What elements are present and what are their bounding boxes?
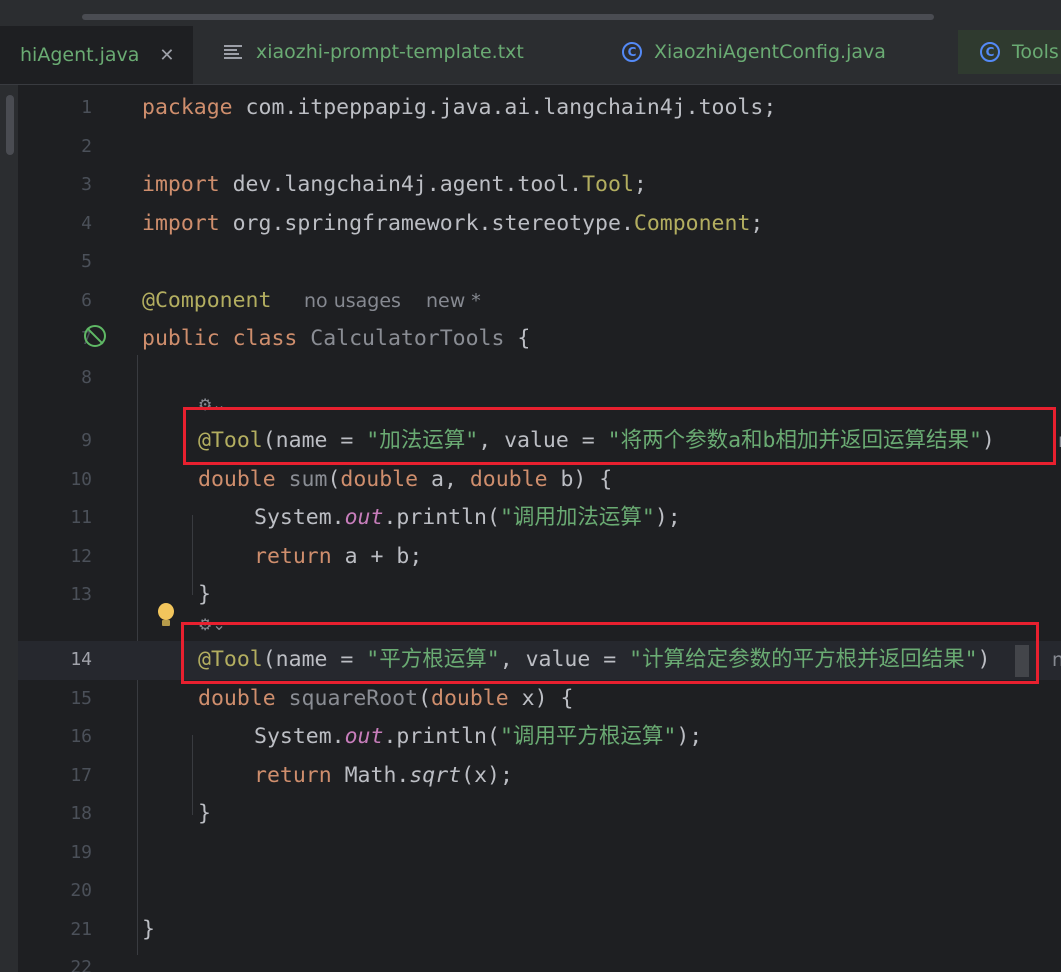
line-number: 1 — [81, 97, 92, 118]
code-line-11: 11 System.out.println("调用加法运算"); — [18, 499, 1061, 538]
tab-agent-config[interactable]: C XiaozhiAgentConfig.java — [622, 30, 886, 74]
vertical-scroll-thumb[interactable] — [6, 95, 14, 155]
usages-hint[interactable]: no usages — [304, 282, 401, 321]
file-text-icon — [224, 45, 242, 59]
class-icon: C — [622, 42, 642, 62]
code-line-4: 4 import org.springframework.stereotype.… — [18, 205, 1061, 244]
line-number: 14 — [70, 649, 92, 670]
code-line-12: 12 return a + b; — [18, 538, 1061, 577]
line-number: 6 — [81, 289, 92, 311]
new-hint[interactable]: new * — [426, 282, 481, 321]
code-line-16: 16 System.out.println("调用平方根运算"); — [18, 718, 1061, 757]
line-number: 9 — [81, 430, 92, 451]
line-number: 3 — [81, 174, 92, 195]
tab-label: xiaozhi-prompt-template.txt — [256, 41, 524, 63]
code-text: return Math.sqrt(x); — [254, 762, 513, 788]
overflow-hint: n — [1052, 649, 1061, 671]
line-number: 20 — [70, 880, 92, 901]
tab-label: Tools — [1012, 41, 1059, 63]
code-line-18: 18 } — [18, 795, 1061, 834]
line-number: 16 — [70, 726, 92, 747]
code-text: } — [198, 582, 211, 607]
code-text: } — [142, 916, 155, 942]
code-line-5: 5 — [18, 243, 1061, 282]
line-number: 11 — [70, 507, 92, 528]
tab-bar-scrollbar[interactable] — [82, 14, 934, 20]
line-number: 13 — [70, 584, 92, 605]
lightbulb-icon[interactable] — [157, 603, 175, 629]
code-text: import org.springframework.stereotype.Co… — [142, 210, 764, 236]
tab-agent-java[interactable]: hiAgent.java ✕ — [0, 26, 193, 84]
highlight-box-tool-sqrt — [181, 622, 1039, 684]
line-number: 21 — [70, 918, 92, 940]
code-line-7: 7 public class CalculatorTools { — [18, 320, 1061, 359]
code-line-6: 6 @Component no usages new * — [18, 282, 1061, 321]
class-icon: C — [980, 42, 1000, 62]
code-line-19: 19 — [18, 834, 1061, 873]
highlight-box-tool-sum — [183, 407, 1056, 465]
left-tool-strip — [0, 85, 18, 972]
line-number: 5 — [81, 251, 92, 272]
code-line-3: 3 import dev.langchain4j.agent.tool.Tool… — [18, 166, 1061, 205]
code-text: public class CalculatorTools { — [142, 326, 531, 351]
line-number: 18 — [70, 803, 92, 824]
code-text: package com.itpeppapig.java.ai.langchain… — [142, 95, 777, 120]
code-line-1: 1 package com.itpeppapig.java.ai.langcha… — [18, 89, 1061, 128]
line-number: 15 — [70, 687, 92, 709]
tab-label: XiaozhiAgentConfig.java — [654, 41, 886, 63]
line-number: 19 — [70, 841, 92, 863]
code-text: } — [198, 801, 211, 826]
line-number: 22 — [70, 957, 92, 972]
code-text: import dev.langchain4j.agent.tool.Tool; — [142, 172, 647, 197]
code-text: System.out.println("调用平方根运算"); — [254, 724, 703, 749]
line-number: 17 — [70, 764, 92, 786]
code-editor[interactable]: 1 package com.itpeppapig.java.ai.langcha… — [0, 85, 1061, 972]
ide-window: hiAgent.java ✕ xiaozhi-prompt-template.t… — [0, 0, 1061, 972]
line-number: 4 — [81, 212, 92, 234]
line-number: 8 — [81, 366, 92, 388]
tab-tools[interactable]: C Tools — [958, 30, 1061, 74]
code-text: System.out.println("调用加法运算"); — [254, 505, 681, 530]
code-line-22: 22 — [18, 949, 1061, 972]
code-line-21: 21 } — [18, 911, 1061, 950]
code-line-20: 20 — [18, 872, 1061, 911]
line-number: 2 — [81, 135, 92, 157]
code-line-15: 15 double squareRoot(double x) { — [18, 680, 1061, 719]
code-line-8: 8 — [18, 359, 1061, 398]
code-line-17: 17 return Math.sqrt(x); — [18, 757, 1061, 796]
editor-tab-bar: hiAgent.java ✕ xiaozhi-prompt-template.t… — [0, 0, 1061, 85]
tab-label: hiAgent.java — [20, 44, 140, 66]
line-number: 12 — [70, 545, 92, 567]
code-line-10: 10 double sum(double a, double b) { — [18, 461, 1061, 500]
bean-icon[interactable] — [84, 325, 106, 347]
close-icon[interactable]: ✕ — [159, 45, 174, 66]
line-number: 10 — [70, 468, 92, 490]
code-line-2: 2 — [18, 128, 1061, 167]
tab-prompt-template[interactable]: xiaozhi-prompt-template.txt — [224, 30, 524, 74]
code-text: double squareRoot(double x) { — [198, 685, 574, 711]
code-text: @Component — [142, 287, 272, 313]
code-text: double sum(double a, double b) { — [198, 466, 613, 492]
code-text: return a + b; — [254, 543, 423, 569]
